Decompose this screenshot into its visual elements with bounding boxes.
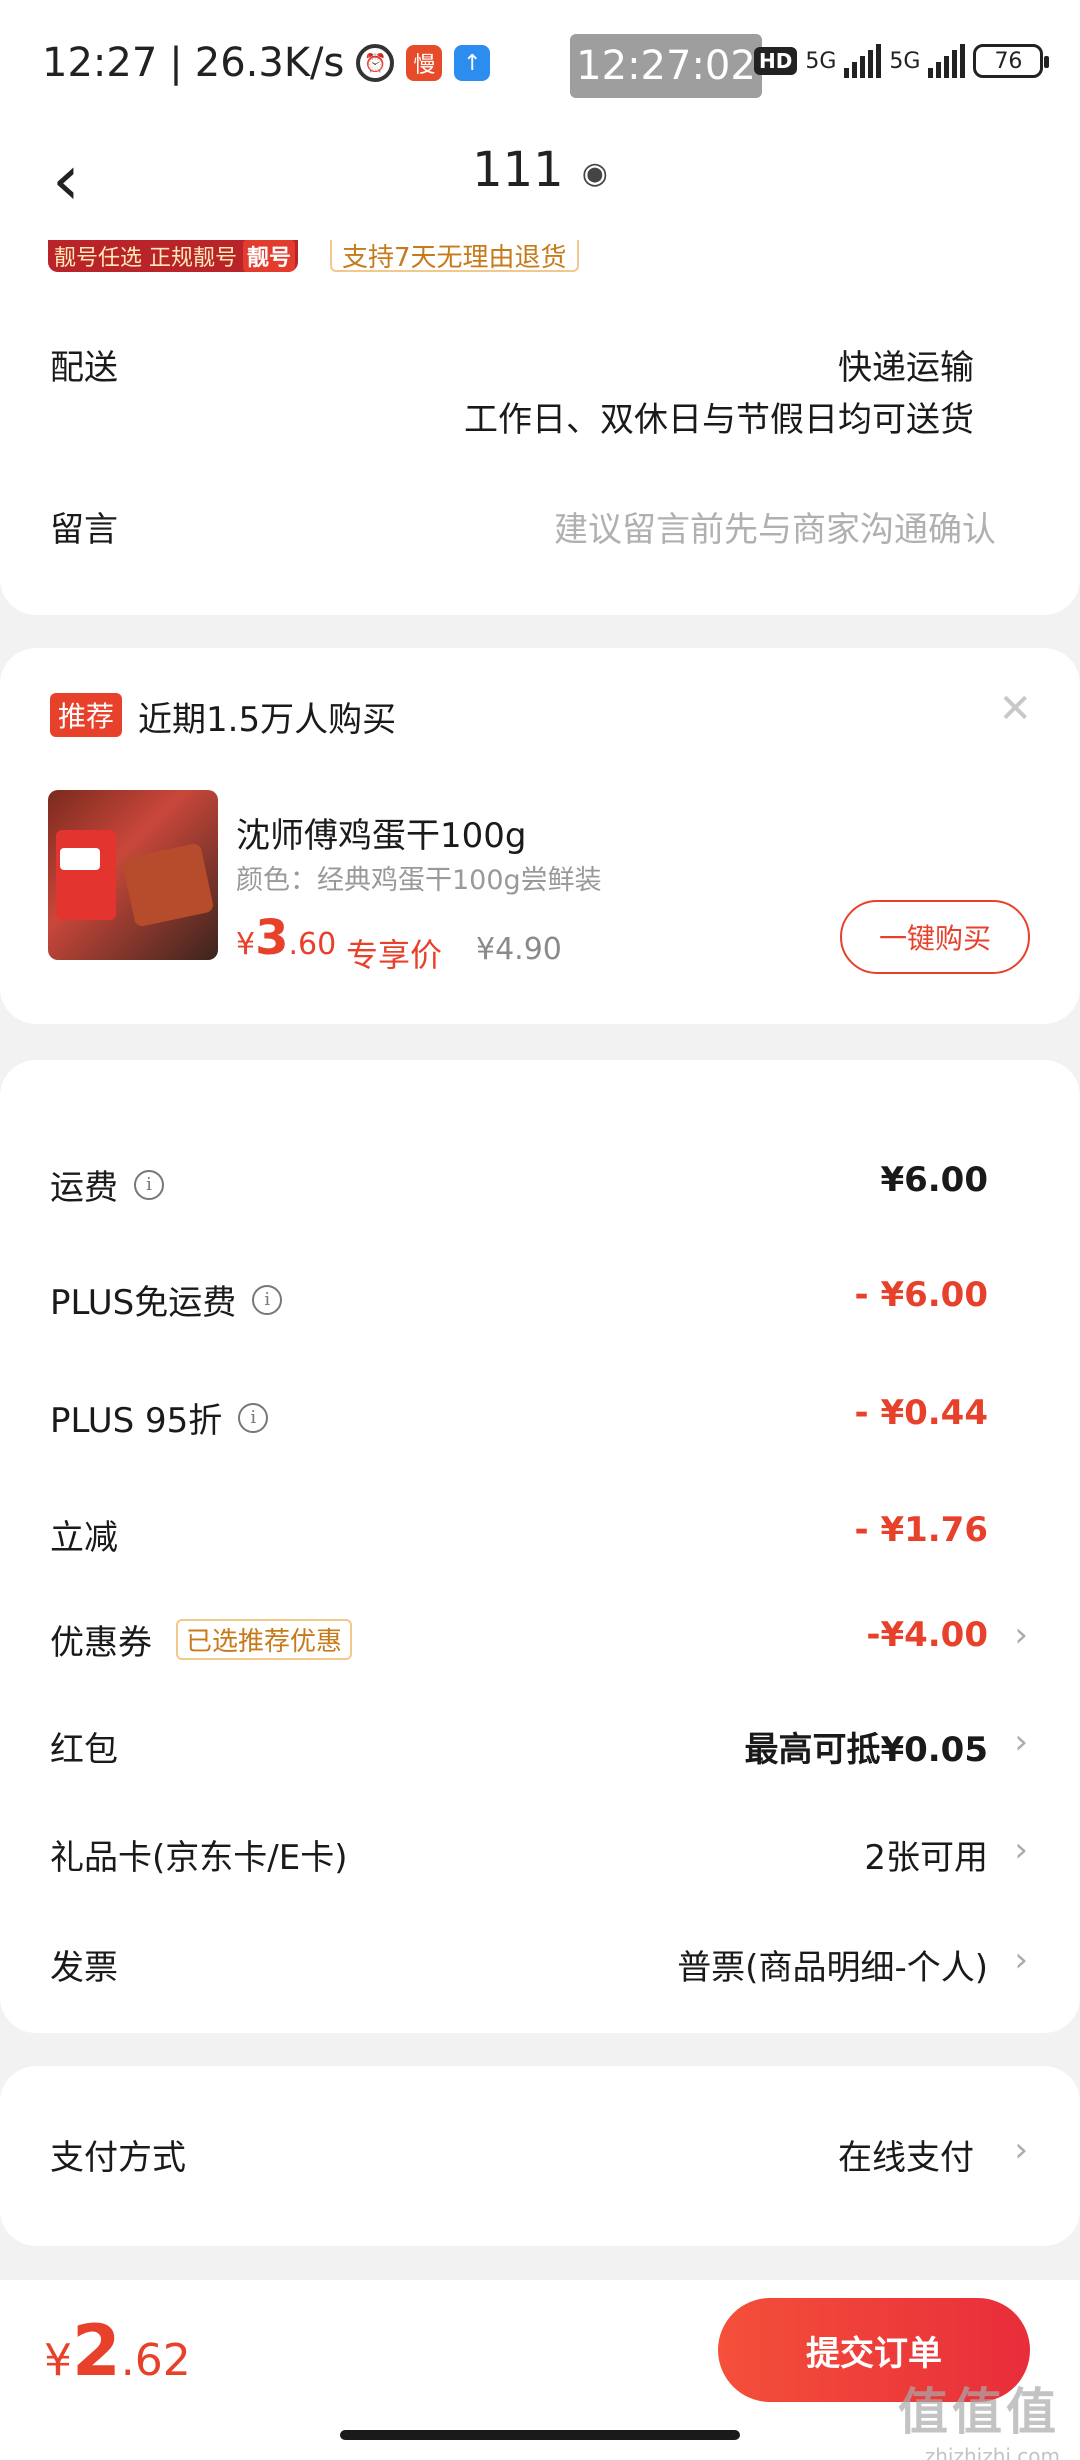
fee-row-gift-card[interactable]: 礼品卡(京东卡/E卡) 2张可用 ›	[0, 1830, 1080, 1900]
location-pin-icon[interactable]: ◉	[582, 156, 608, 191]
delivery-method[interactable]: 快递运输	[838, 340, 974, 389]
price-symbol: ¥	[236, 927, 256, 962]
checkout-bar: ¥2.62 提交订单 值值值 zhizhizhi.com	[0, 2280, 1080, 2460]
watermark-url: zhizhizhi.com	[924, 2444, 1060, 2460]
product-name[interactable]: 沈师傅鸡蛋干100g	[236, 808, 526, 857]
fee-value: 2张可用	[864, 1838, 988, 1878]
coupon-selected-tag: 已选推荐优惠	[176, 1619, 353, 1660]
chevron-right-icon: ›	[1014, 1940, 1028, 1980]
fee-row-coupon[interactable]: 优惠券 已选推荐优惠 -¥4.00 ›	[0, 1615, 1080, 1685]
network-speed: 26.3K/s	[194, 40, 345, 86]
info-icon[interactable]: i	[252, 1284, 283, 1315]
banner-tag: 靓号	[243, 240, 296, 272]
product-thumbnail[interactable]	[48, 790, 218, 960]
exclusive-price-label: 专享价	[346, 936, 443, 974]
fee-label: PLUS 95折 i	[50, 1393, 269, 1442]
total-decimal: .62	[120, 2335, 191, 2386]
product-price: ¥3.60	[236, 910, 336, 966]
battery-level: 76	[994, 48, 1023, 74]
fee-value: 普票(商品明细-个人)	[677, 1948, 988, 1988]
chevron-right-icon: ›	[1014, 1722, 1028, 1762]
watermark-logo: 值值值	[898, 2383, 1060, 2441]
fee-label-text: 发票	[50, 1948, 118, 1988]
info-icon[interactable]: i	[134, 1169, 164, 1200]
product-banner: 靓号任选 正规靓号 靓号	[48, 240, 298, 272]
message-input[interactable]: 建议留言前先与商家沟通确认	[554, 502, 996, 551]
floating-clock: 12:27:02	[570, 34, 762, 98]
fee-label-text: 立减	[50, 1518, 118, 1558]
recommend-tag: 推荐	[50, 693, 123, 737]
fee-label-text: 运费	[50, 1168, 118, 1208]
fee-label-text: 礼品卡(京东卡/E卡)	[50, 1838, 348, 1878]
payment-card[interactable]: 支付方式 在线支付 ›	[0, 2066, 1080, 2246]
nav-bar: ‹ 111 ◉	[0, 130, 1080, 240]
total-symbol: ¥	[44, 2335, 72, 2386]
signal-icon	[844, 44, 882, 78]
payment-method-label: 支付方式	[50, 2138, 186, 2178]
message-label: 留言	[50, 510, 118, 550]
status-time: 12:27	[42, 40, 158, 86]
total-integer: 2	[72, 2310, 121, 2392]
price-integer: 3	[255, 910, 289, 966]
upload-arrow-icon: ↑	[454, 45, 491, 81]
info-icon[interactable]: i	[238, 1402, 269, 1433]
status-right: HD 5G 5G 76	[754, 44, 1050, 78]
chevron-right-icon: ›	[1014, 1830, 1028, 1870]
banner-text: 靓号任选 正规靓号	[54, 246, 237, 271]
fee-value: -¥4.00	[866, 1615, 988, 1655]
fee-row-invoice[interactable]: 发票 普票(商品明细-个人) ›	[0, 1940, 1080, 2010]
fee-label: 红包	[50, 1722, 118, 1771]
fee-label: 优惠券 已选推荐优惠	[50, 1615, 353, 1664]
fee-row-red-packet[interactable]: 红包 最高可抵¥0.05 ›	[0, 1722, 1080, 1792]
fee-row-plus-free-shipping: PLUS免运费 i - ¥6.00	[0, 1275, 1080, 1345]
fee-label: 礼品卡(京东卡/E卡)	[50, 1830, 347, 1879]
hd-icon: HD	[754, 47, 798, 75]
battery-icon: 76	[973, 44, 1050, 78]
fee-value: - ¥1.76	[854, 1510, 989, 1550]
fee-value: ¥6.00	[880, 1160, 988, 1200]
price-decimal: .60	[288, 927, 337, 962]
slow-app-icon: 慢	[406, 45, 443, 81]
fee-label-text: PLUS免运费	[50, 1283, 237, 1323]
total-price: ¥2.62	[44, 2310, 191, 2392]
fee-value: 最高可抵¥0.05	[744, 1730, 988, 1770]
alarm-icon: ⏰	[356, 44, 395, 82]
status-left: 12:27 | 26.3K/s ⏰ 慢 ↑	[42, 40, 491, 86]
fee-row-instant-discount: 立减 - ¥1.76	[0, 1510, 1080, 1580]
product-spec: 颜色：经典鸡蛋干100g尝鲜装	[236, 865, 602, 896]
recommend-title: 近期1.5万人购买	[138, 700, 397, 740]
watermark: 值值值 zhizhizhi.com	[898, 2372, 1060, 2460]
network-label-2: 5G	[889, 48, 921, 74]
chevron-right-icon: ›	[1014, 1615, 1028, 1655]
network-label-1: 5G	[805, 48, 837, 74]
fee-label: 运费 i	[50, 1160, 164, 1209]
status-bar: 12:27 | 26.3K/s ⏰ 慢 ↑ 12:27:02 HD 5G 5G …	[0, 0, 1080, 130]
order-info-card: 靓号任选 正规靓号 靓号 支持7天无理由退货 配送 快递运输 工作日、双休日与节…	[0, 240, 1080, 615]
fee-label-text: PLUS 95折	[50, 1401, 223, 1441]
fee-value: - ¥0.44	[854, 1393, 989, 1433]
return-policy-tag: 支持7天无理由退货	[330, 240, 579, 273]
page-title-text: 111	[472, 142, 564, 198]
fee-row-plus-discount: PLUS 95折 i - ¥0.44	[0, 1393, 1080, 1463]
page-title: 111 ◉	[0, 142, 1080, 198]
signal-icon-2	[928, 44, 966, 78]
fee-label: PLUS免运费 i	[50, 1275, 283, 1324]
fee-label-text: 红包	[50, 1730, 118, 1770]
home-indicator[interactable]	[340, 2430, 740, 2440]
fee-value: - ¥6.00	[854, 1275, 989, 1315]
delivery-time[interactable]: 工作日、双休日与节假日均可送货	[464, 392, 974, 441]
recommend-card: 推荐 近期1.5万人购买 ✕ 沈师傅鸡蛋干100g 颜色：经典鸡蛋干100g尝鲜…	[0, 648, 1080, 1024]
fee-label-text: 优惠券	[50, 1623, 152, 1663]
fee-summary-card: 运费 i ¥6.00 PLUS免运费 i - ¥6.00 PLUS 95折 i - ¥…	[0, 1060, 1080, 2033]
fee-label: 发票	[50, 1940, 118, 1989]
one-click-buy-button[interactable]: 一键购买	[840, 900, 1030, 974]
original-price: ¥4.90	[476, 932, 562, 967]
status-separator: |	[169, 40, 183, 86]
payment-method-value: 在线支付	[838, 2138, 974, 2178]
delivery-label: 配送	[50, 348, 118, 388]
close-icon[interactable]: ✕	[998, 686, 1032, 732]
fee-label: 立减	[50, 1510, 118, 1559]
fee-row-shipping: 运费 i ¥6.00	[0, 1160, 1080, 1230]
chevron-right-icon: ›	[1014, 2130, 1028, 2170]
